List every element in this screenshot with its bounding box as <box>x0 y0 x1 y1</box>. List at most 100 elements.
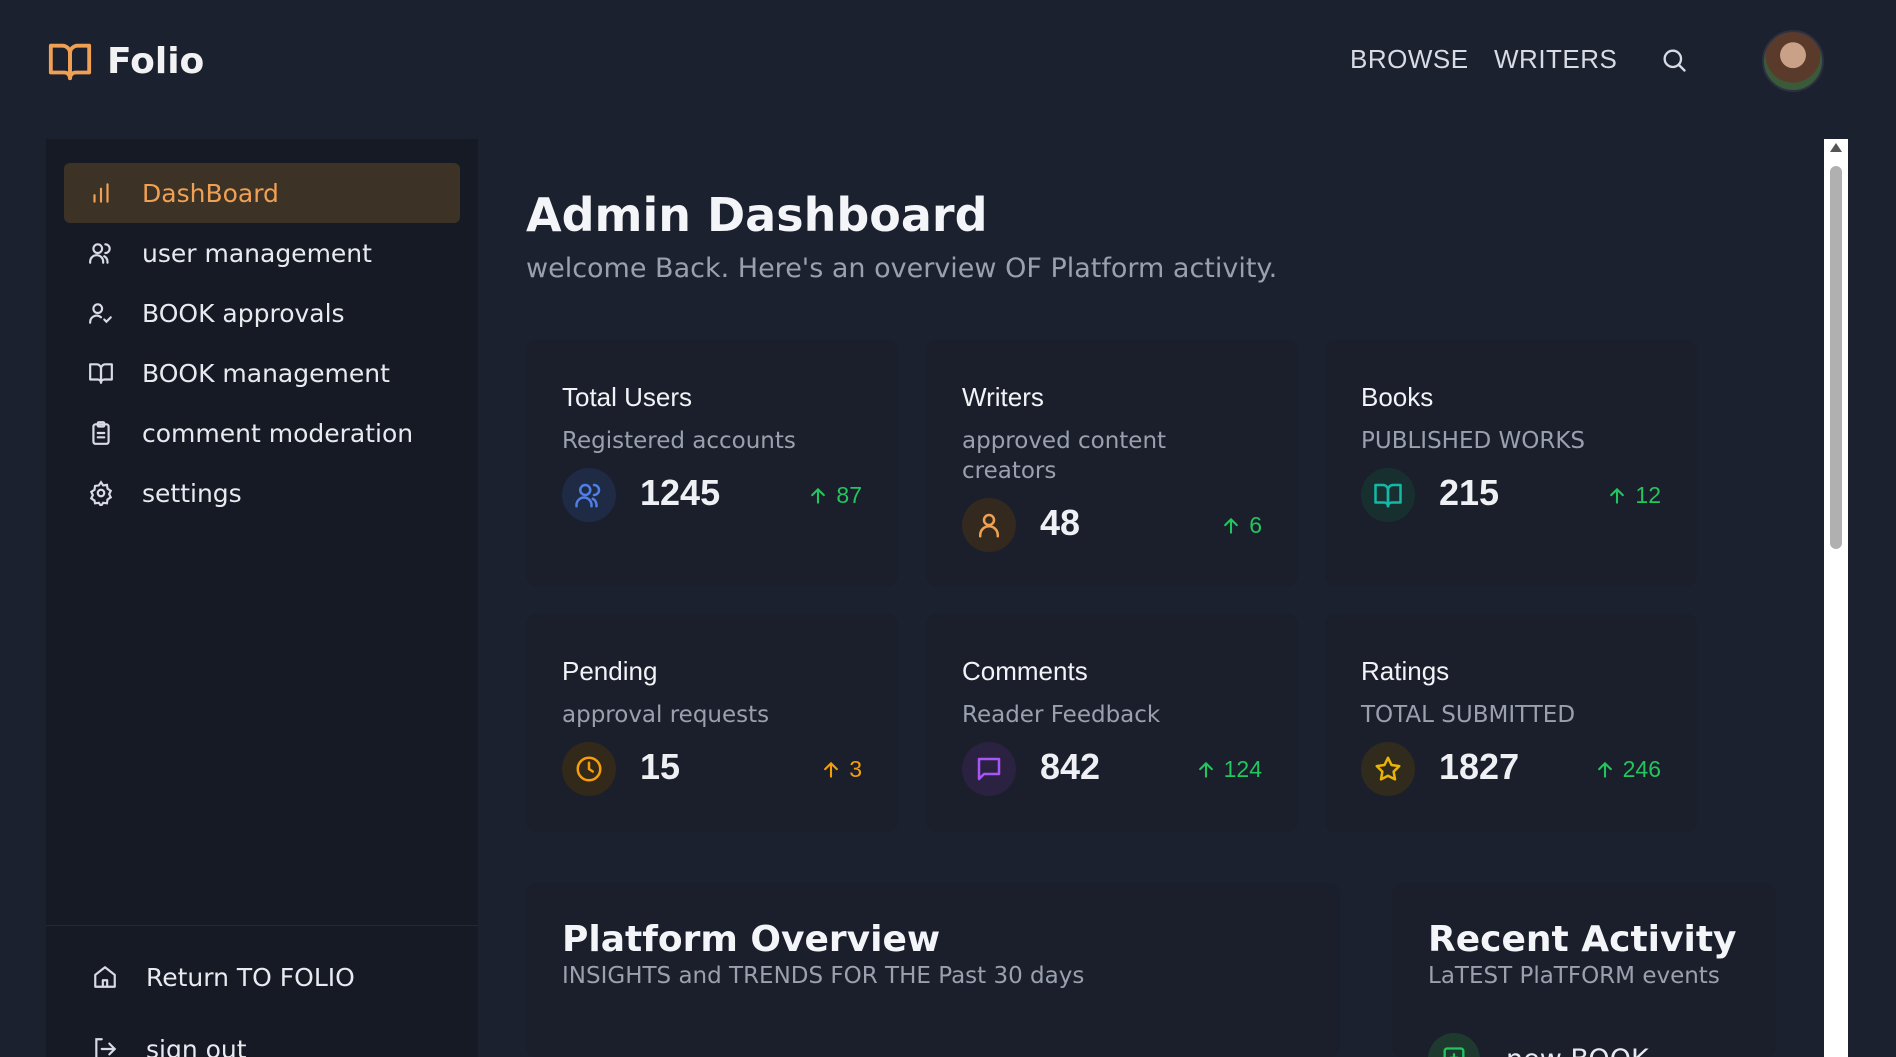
arrow-up-icon <box>1224 517 1239 534</box>
stat-delta-value: 12 <box>1635 482 1661 508</box>
stat-subtitle: Reader Feedback <box>962 702 1161 728</box>
stat-delta-value: 124 <box>1223 756 1262 782</box>
activity-text: new BOOK <box>1506 1044 1649 1057</box>
stat-value: 48 <box>1040 502 1081 543</box>
stat-delta-value: 3 <box>849 756 862 782</box>
search-button[interactable] <box>1660 46 1688 74</box>
sidebar-item-user-management[interactable]: user management <box>64 223 460 283</box>
sidebar-item-dashboard[interactable]: DashBoard <box>64 163 460 223</box>
activity-icon-badge <box>1428 1033 1480 1057</box>
stat-delta-value: 246 <box>1622 756 1661 782</box>
return-to-folio-label: Return TO FOLIO <box>146 962 355 992</box>
sidebar-divider <box>46 925 478 926</box>
panel-subtitle: LaTEST PlaTFORM events <box>1428 963 1720 989</box>
stat-subtitle: approval requests <box>562 702 770 728</box>
sign-out-button[interactable]: sign out <box>46 1021 478 1057</box>
stat-title: Total Users <box>562 382 693 412</box>
arrow-up-icon <box>1198 761 1213 778</box>
stat-icon-badge <box>562 468 616 522</box>
book-add-icon <box>1443 1047 1465 1057</box>
stat-card-pending: Pending approval requests 15 3 <box>526 614 898 832</box>
sidebar-item-label: BOOK management <box>142 358 390 388</box>
panel-title: Recent Activity <box>1428 919 1737 960</box>
scroll-up-arrow-icon[interactable] <box>1830 143 1842 152</box>
stat-value: 1827 <box>1439 746 1520 787</box>
stat-delta: 3 <box>821 756 862 783</box>
stat-card-total-users: Total Users Registered accounts 1245 87 <box>526 340 898 586</box>
stat-delta-value: 87 <box>836 482 862 508</box>
star-icon <box>1375 756 1401 781</box>
admin-sidebar: DashBoard user management BOOK approvals… <box>46 139 478 1057</box>
sidebar-item-label: settings <box>142 478 242 508</box>
user-icon <box>979 513 999 538</box>
book-icon <box>1374 483 1402 508</box>
stat-delta: 124 <box>1196 756 1262 783</box>
stat-subtitle: TOTAL SUBMITTED <box>1361 702 1576 728</box>
gear-icon <box>89 480 113 506</box>
nav-browse[interactable]: BROWSE <box>1350 44 1469 75</box>
stat-title: Comments <box>962 656 1088 686</box>
scroll-thumb[interactable] <box>1830 166 1842 549</box>
stat-card-comments: Comments Reader Feedback 842 124 <box>926 614 1298 832</box>
sidebar-item-book-management[interactable]: BOOK management <box>64 343 460 403</box>
stat-icon-badge <box>962 498 1016 552</box>
arrow-up-icon <box>811 487 826 504</box>
platform-overview-panel: Platform Overview INSIGHTS and TRENDS FO… <box>526 883 1340 1057</box>
stat-delta: 87 <box>808 482 862 509</box>
stat-icon-badge <box>962 742 1016 796</box>
users-icon <box>89 243 111 264</box>
user-check-icon <box>89 303 112 324</box>
sidebar-item-label: comment moderation <box>142 418 414 448</box>
bar-chart-icon <box>93 183 109 203</box>
brand-logo[interactable]: Folio <box>47 38 204 84</box>
message-icon <box>977 757 1001 781</box>
arrow-up-icon <box>824 761 839 778</box>
nav-writers[interactable]: WRITERS <box>1494 44 1617 75</box>
arrow-up-icon <box>1597 761 1612 778</box>
sign-out-label: sign out <box>146 1034 247 1057</box>
open-book-icon <box>48 43 92 81</box>
top-header: Folio BROWSE WRITERS <box>0 0 1896 125</box>
panel-subtitle: INSIGHTS and TRENDS FOR THE Past 30 days <box>562 963 1085 989</box>
stat-card-writers: Writers approved content creators 48 6 <box>926 340 1298 586</box>
page-title: Admin Dashboard <box>526 188 988 242</box>
clock-icon <box>576 756 602 782</box>
book-icon <box>89 363 113 384</box>
sidebar-item-label: BOOK approvals <box>142 298 345 328</box>
home-icon <box>94 966 116 988</box>
brand-name: Folio <box>107 40 205 82</box>
stat-card-ratings: Ratings TOTAL SUBMITTED 1827 246 <box>1325 614 1697 832</box>
stat-icon-badge <box>562 742 616 796</box>
arrow-up-icon <box>1610 487 1625 504</box>
stat-value: 215 <box>1439 472 1500 513</box>
recent-activity-panel: Recent Activity LaTEST PlaTFORM events n… <box>1392 883 1776 1057</box>
stat-icon-badge <box>1361 742 1415 796</box>
sidebar-item-label: DashBoard <box>142 178 279 208</box>
page-scrollbar[interactable] <box>1824 139 1848 1057</box>
sidebar-item-comment-moderation[interactable]: comment moderation <box>64 403 460 463</box>
stat-delta: 246 <box>1595 756 1661 783</box>
logout-icon <box>95 1038 117 1057</box>
user-avatar[interactable] <box>1762 30 1824 92</box>
sidebar-item-book-approvals[interactable]: BOOK approvals <box>64 283 460 343</box>
users-icon <box>575 483 601 508</box>
sidebar-item-settings[interactable]: settings <box>64 463 460 523</box>
stat-value: 15 <box>640 746 681 787</box>
stat-title: Writers <box>962 382 1044 412</box>
stat-value: 1245 <box>640 472 721 513</box>
stat-delta-value: 6 <box>1249 512 1262 538</box>
panel-title: Platform Overview <box>562 919 941 960</box>
stat-subtitle: Registered accounts <box>562 428 796 454</box>
clipboard-icon <box>92 421 110 445</box>
return-to-folio-link[interactable]: Return TO FOLIO <box>46 949 478 1005</box>
search-icon <box>1663 49 1686 72</box>
sidebar-item-label: user management <box>142 238 372 268</box>
stat-title: Books <box>1361 382 1434 412</box>
stat-subtitle: PUBLISHED WORKS <box>1361 428 1586 454</box>
stat-subtitle: approved content creators <box>962 428 1167 484</box>
stat-delta: 12 <box>1607 482 1661 509</box>
activity-item[interactable]: new BOOK <box>1428 1033 1649 1057</box>
page-subtitle: welcome Back. Here's an overview OF Plat… <box>526 253 1278 284</box>
stat-title: Ratings <box>1361 656 1450 686</box>
stat-title: Pending <box>562 656 658 686</box>
